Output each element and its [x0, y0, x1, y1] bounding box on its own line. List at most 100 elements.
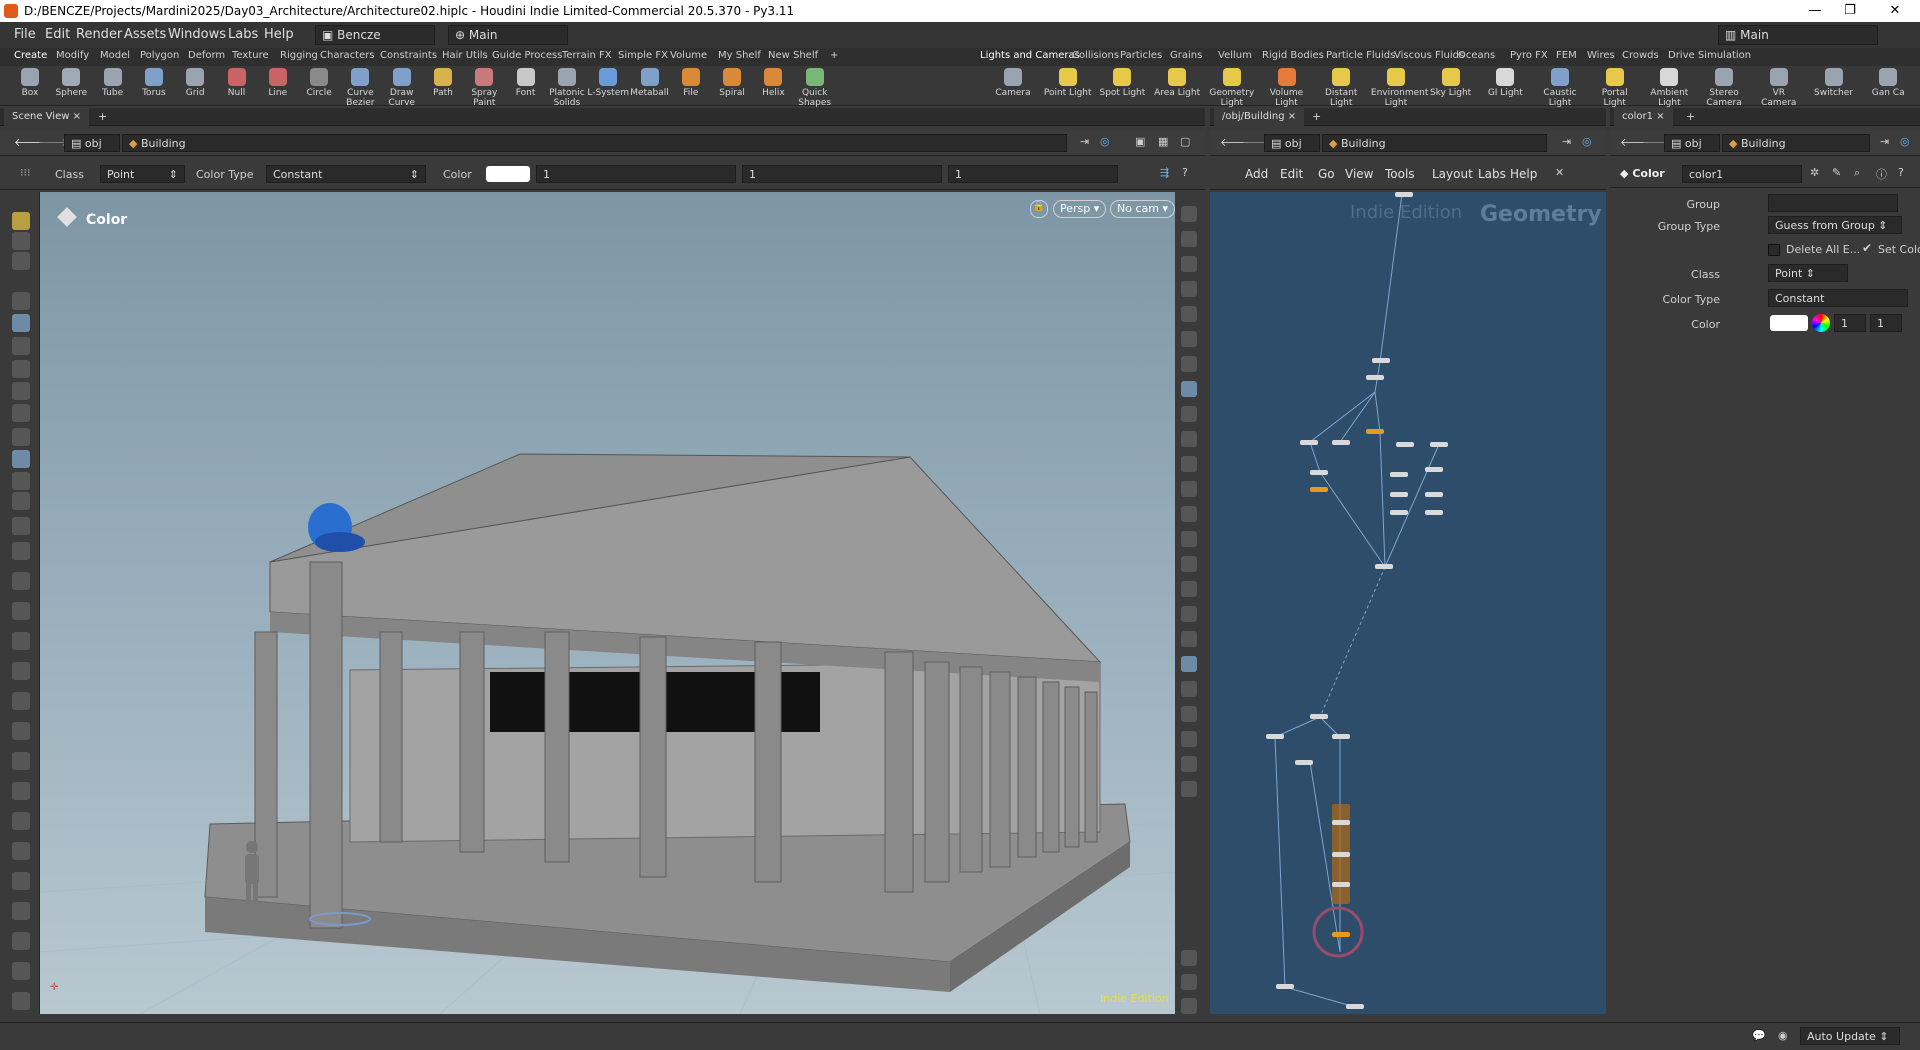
color-swatch[interactable]	[486, 166, 530, 182]
left-tool-icon[interactable]	[12, 360, 30, 378]
camera-menu[interactable]: No cam ▾	[1110, 200, 1175, 218]
display-option-icon[interactable]	[1181, 606, 1197, 622]
tool-quick-shapes[interactable]: Quick Shapes	[790, 68, 840, 108]
search-icon[interactable]: ⌕	[1854, 166, 1860, 180]
shelf-tab-particle-fluids[interactable]: Particle Fluids	[1326, 50, 1395, 61]
net-menu-go[interactable]: Go	[1318, 167, 1335, 181]
shelf-tab-rigid-bodies[interactable]: Rigid Bodies	[1262, 50, 1324, 61]
left-tool-icon[interactable]	[12, 542, 30, 560]
close-tab-icon[interactable]: ×	[1288, 111, 1296, 122]
left-tool-icon[interactable]	[12, 450, 30, 468]
display-option-icon[interactable]	[1181, 656, 1197, 672]
tab-network[interactable]: /obj/Building ×	[1214, 108, 1305, 126]
left-tool-icon[interactable]	[12, 962, 30, 980]
right-main-selector[interactable]: ▥ Main	[1718, 25, 1878, 45]
class-dropdown[interactable]: Point ⇕	[100, 165, 185, 183]
display-option-icon[interactable]	[1181, 281, 1197, 297]
net-menu-add[interactable]: Add	[1245, 167, 1268, 181]
menu-labs[interactable]: Labs	[228, 27, 258, 42]
shelf-tab-lights-and-cameras[interactable]: Lights and Cameras	[980, 50, 1080, 61]
shelf-tab-drive-simulation[interactable]: Drive Simulation	[1668, 50, 1751, 61]
tab-params[interactable]: color1 ×	[1614, 108, 1673, 126]
display-option-icon[interactable]	[1181, 481, 1197, 497]
display-option-icon[interactable]	[1181, 531, 1197, 547]
shelf-tab-model[interactable]: Model	[100, 50, 130, 61]
tool-caustic-light[interactable]: Caustic Light	[1535, 68, 1585, 108]
menu-assets[interactable]: Assets	[124, 27, 166, 42]
shelf-tab-characters[interactable]: Characters	[320, 50, 375, 61]
path-node[interactable]: ◆ Building	[1722, 134, 1870, 152]
display-option-icon[interactable]	[1181, 206, 1197, 222]
chat-icon[interactable]: 💬	[1752, 1029, 1766, 1042]
left-tool-icon[interactable]	[12, 782, 30, 800]
help-icon[interactable]: ?	[1182, 166, 1188, 179]
desktop-selector[interactable]: ▣ Bencze	[315, 25, 435, 45]
tool-environment-light[interactable]: Environment Light	[1371, 68, 1428, 108]
net-menu-labs[interactable]: Labs	[1478, 167, 1506, 181]
tool-portal-light[interactable]: Portal Light	[1590, 68, 1640, 108]
left-tool-icon[interactable]	[12, 692, 30, 710]
left-tool-icon[interactable]	[12, 212, 30, 230]
path-obj[interactable]: ▤ obj	[64, 134, 120, 152]
tab-scene-view[interactable]: Scene View ×	[4, 108, 89, 126]
options-icon[interactable]: ▢	[1180, 135, 1190, 148]
color-b-field[interactable]: 1	[948, 165, 1118, 183]
display-option-icon[interactable]	[1181, 431, 1197, 447]
menu-edit[interactable]: Edit	[45, 27, 70, 42]
tool-spot-light[interactable]: Spot Light	[1097, 68, 1147, 98]
tool-ambient-light[interactable]: Ambient Light	[1644, 68, 1694, 108]
group-type-dropdown[interactable]: Guess from Group ⇕	[1768, 216, 1902, 234]
net-menu-edit[interactable]: Edit	[1280, 167, 1303, 181]
add-tab-icon[interactable]: +	[98, 110, 107, 123]
left-tool-icon[interactable]	[12, 572, 30, 590]
net-menu-view[interactable]: View	[1345, 167, 1373, 181]
left-tool-icon[interactable]	[12, 292, 30, 310]
menu-render[interactable]: Render	[76, 27, 122, 42]
brush-icon[interactable]: ✎	[1832, 166, 1841, 179]
lock-camera-icon[interactable]: 🔒	[1030, 200, 1048, 218]
menu-help[interactable]: Help	[264, 27, 294, 42]
param-color-type-dropdown[interactable]: Constant	[1768, 289, 1908, 307]
shelf-tab-my-shelf[interactable]: My Shelf	[718, 50, 761, 61]
left-tool-icon[interactable]	[12, 812, 30, 830]
left-tool-icon[interactable]	[12, 842, 30, 860]
display-option-icon[interactable]	[1181, 306, 1197, 322]
display-option-icon[interactable]	[1181, 681, 1197, 697]
display-option-icon[interactable]	[1181, 231, 1197, 247]
pin-icon[interactable]: ⇥	[1880, 135, 1889, 148]
shelf-tab-simple-fx[interactable]: Simple FX	[618, 50, 668, 61]
main-selector[interactable]: ⊕ Main	[448, 25, 568, 45]
left-tool-icon[interactable]	[12, 752, 30, 770]
param-class-dropdown[interactable]: Point ⇕	[1768, 264, 1848, 282]
left-tool-icon[interactable]	[12, 337, 30, 355]
shelf-tab-collisions[interactable]: Collisions	[1072, 50, 1119, 61]
left-tool-icon[interactable]	[12, 662, 30, 680]
param-color-r[interactable]: 1	[1834, 314, 1866, 332]
display-option-icon[interactable]	[1181, 331, 1197, 347]
path-obj[interactable]: ▤ obj	[1264, 134, 1320, 152]
add-tab-icon[interactable]: +	[1686, 110, 1695, 123]
display-option-icon[interactable]	[1181, 731, 1197, 747]
display-option-icon[interactable]	[1181, 456, 1197, 472]
color-wheel-icon[interactable]	[1812, 314, 1830, 332]
group-field[interactable]	[1768, 194, 1898, 212]
tool-geometry-light[interactable]: Geometry Light	[1207, 68, 1257, 108]
net-menu-layout[interactable]: Layout	[1432, 167, 1473, 181]
display-option-icon[interactable]	[1181, 556, 1197, 572]
add-shelf-icon[interactable]: +	[830, 50, 838, 61]
persp-menu[interactable]: Persp ▾	[1053, 200, 1107, 218]
tool-switcher[interactable]: Switcher	[1809, 68, 1859, 98]
wrench-icon[interactable]: ✕	[1555, 166, 1564, 179]
menu-windows[interactable]: Windows	[168, 27, 226, 42]
tool-gan-ca[interactable]: Gan Ca	[1863, 68, 1913, 98]
shelf-tab-oceans[interactable]: Oceans	[1458, 50, 1495, 61]
path-obj[interactable]: ▤ obj	[1664, 134, 1720, 152]
shelf-tab-guide-process[interactable]: Guide Process	[492, 50, 562, 61]
shelf-tab-hair-utils[interactable]: Hair Utils	[442, 50, 488, 61]
tool-gi-light[interactable]: GI Light	[1480, 68, 1530, 98]
maximize-icon[interactable]: ❐	[1835, 2, 1865, 20]
pin-icon[interactable]: ⇥	[1080, 135, 1089, 148]
tool-volume-light[interactable]: Volume Light	[1262, 68, 1312, 108]
grid-view-icon[interactable]	[1181, 974, 1197, 990]
eye-icon[interactable]	[1181, 998, 1197, 1014]
